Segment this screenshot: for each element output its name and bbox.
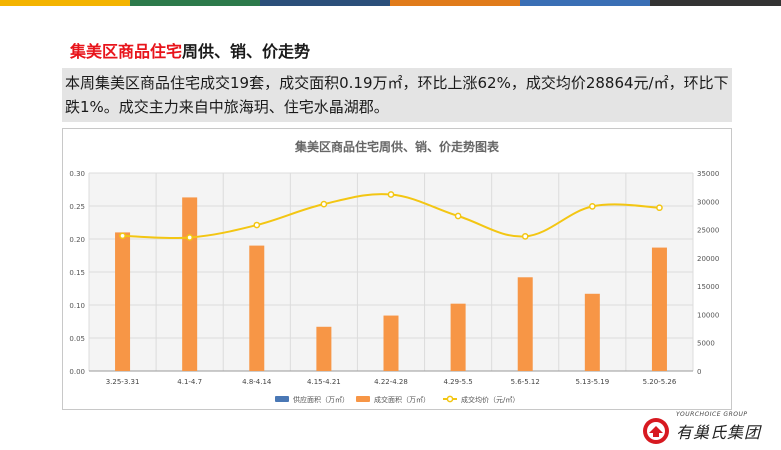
y-left-tick-label: 0.20 [69, 236, 85, 244]
top-bar-segment [130, 0, 260, 6]
y-right-tick-label: 5000 [697, 340, 715, 348]
legend-label: 成交面积（万㎡） [374, 395, 430, 404]
x-tick-label: 4.8-4.14 [242, 378, 272, 386]
y-right-tick-label: 25000 [697, 227, 719, 235]
x-tick-label: 5.13-5.19 [575, 378, 609, 386]
y-left-tick-label: 0.10 [69, 302, 85, 310]
y-left-tick-label: 0.15 [69, 269, 85, 277]
chart-title: 集美区商品住宅周供、销、价走势图表 [294, 139, 500, 154]
y-right-tick-label: 10000 [697, 311, 719, 319]
top-bar-segment [520, 0, 650, 6]
x-tick-label: 4.1-4.7 [177, 378, 202, 386]
x-tick-label: 5.6-5.12 [511, 378, 540, 386]
legend-swatch [275, 396, 289, 402]
page-heading: 集美区商品住宅周供、销、价走势 [70, 38, 310, 62]
top-bar-segment [0, 0, 130, 6]
price-point-6 [454, 212, 462, 220]
bar-5 [383, 315, 399, 371]
logo-mark-icon [643, 418, 669, 444]
top-bar-segment [260, 0, 390, 6]
chart-frame: 0.00 0.05 0.10 0.15 0.20 0.25 0.30 0 5000 10000 15… [62, 128, 732, 410]
price-point-7 [521, 233, 529, 240]
bar-3 [249, 245, 265, 371]
y-left-tick-label: 0.00 [69, 368, 85, 376]
y-right-tick-label: 15000 [697, 283, 719, 291]
y-right-tick-label: 30000 [697, 198, 719, 206]
legend-label: 成交均价（元/㎡） [461, 395, 519, 404]
y-left-tick-label: 0.25 [69, 203, 85, 211]
company-logo: YOURCHOICE GROUP 有巢氏集团 [640, 410, 780, 450]
top-bar-segment [650, 0, 781, 6]
bar-8 [584, 293, 600, 371]
bar-1 [115, 232, 131, 371]
legend-marker [446, 395, 454, 403]
heading-highlight: 集美区商品住宅 [70, 42, 183, 61]
y-right-tick-label: 20000 [697, 255, 719, 263]
legend-swatch [356, 396, 370, 402]
price-point-8 [588, 203, 596, 210]
x-tick-label: 3.25-3.31 [106, 378, 140, 386]
top-color-bar [0, 0, 781, 6]
price-point-2 [186, 234, 194, 241]
summary-text: 本周集美区商品住宅成交19套，成交面积0.19万㎡，环比上涨62%，成交均价28… [62, 68, 732, 122]
x-tick-label: 4.29-5.5 [443, 378, 472, 386]
y-left-tick-label: 0.30 [69, 170, 85, 178]
legend-label: 供应面积（万㎡） [293, 395, 349, 404]
y-right-tick-label: 35000 [697, 170, 719, 178]
price-point-1 [119, 232, 126, 240]
bar-7 [517, 277, 533, 371]
logo-english: YOURCHOICE GROUP [676, 411, 748, 418]
logo-chinese: 有巢氏集团 [676, 423, 762, 442]
y-left-tick-label: 0.05 [69, 335, 85, 343]
bar-2 [182, 197, 198, 371]
bar-9 [651, 247, 667, 371]
x-tick-label: 5.20-5.26 [643, 378, 677, 386]
heading-rest: 周供、销、价走势 [182, 42, 311, 61]
bar-6 [450, 303, 466, 371]
bar-4 [316, 326, 332, 371]
x-tick-label: 4.22-4.28 [374, 378, 408, 386]
x-tick-label: 4.15-4.21 [307, 378, 341, 386]
price-point-4 [320, 200, 328, 208]
y-right-tick-label: 0 [697, 368, 701, 376]
top-bar-segment [390, 0, 520, 6]
combo-chart: 0.00 0.05 0.10 0.15 0.20 0.25 0.30 0 5000 10000 15… [69, 139, 719, 404]
price-point-5 [387, 191, 395, 198]
price-point-9 [656, 204, 663, 212]
price-point-3 [253, 221, 261, 229]
